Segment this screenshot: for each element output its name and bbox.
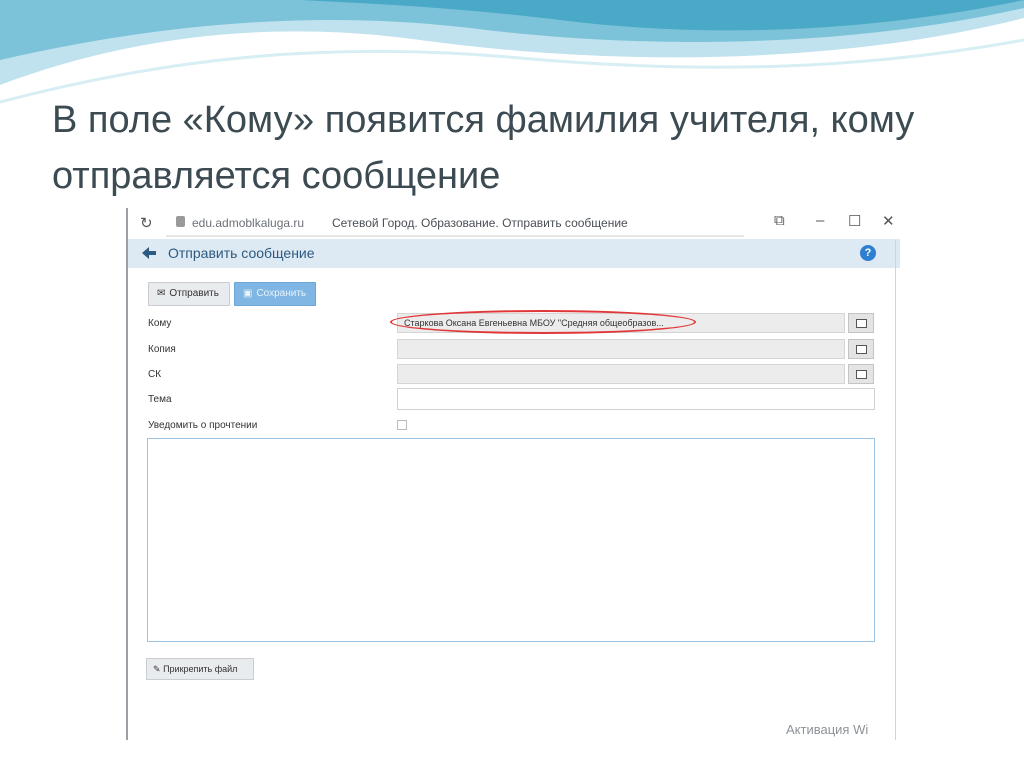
help-icon[interactable]: ? — [860, 245, 876, 261]
cc-label: СК — [148, 369, 162, 380]
browser-page-title: Сетевой Город. Образование. Отправить со… — [332, 216, 628, 230]
address-bar[interactable]: edu.admoblkaluga.ru — [192, 216, 304, 230]
subject-input[interactable] — [397, 388, 875, 410]
envelope-icon: ✉ — [157, 288, 166, 299]
activation-watermark: Активация Wi — [786, 722, 869, 737]
page-title: Отправить сообщение — [168, 245, 315, 261]
paperclip-icon: ✎ — [153, 664, 161, 674]
screenshot-left-edge — [126, 208, 128, 740]
minimize-icon[interactable]: – — [816, 212, 824, 229]
send-button[interactable]: ✉ Отправить — [148, 282, 230, 306]
subject-label: Тема — [148, 394, 172, 405]
address-book-icon — [856, 345, 867, 354]
copy-address-book-button[interactable] — [848, 339, 874, 359]
cc-address-book-button[interactable] — [848, 364, 874, 384]
notify-checkbox[interactable] — [397, 420, 407, 430]
save-button-label: Сохранить — [256, 288, 307, 299]
address-underline — [166, 235, 744, 237]
cc-field[interactable] — [397, 364, 845, 384]
address-book-icon — [856, 319, 867, 328]
address-book-icon — [856, 370, 867, 379]
slide-title: В поле «Кому» появится фамилия учителя, … — [52, 99, 915, 197]
copy-label: Копия — [148, 344, 176, 355]
screenshot-right-edge — [895, 240, 896, 740]
close-icon[interactable]: ✕ — [882, 212, 895, 230]
page-header: Отправить сообщение ? — [128, 239, 900, 268]
floppy-icon: ▣ — [243, 288, 253, 299]
lock-icon — [176, 216, 185, 227]
screenshot-window: ↻ edu.admoblkaluga.ru Сетевой Город. Обр… — [126, 208, 900, 740]
send-button-label: Отправить — [169, 288, 219, 299]
restore-tab-icon[interactable]: ⧉ — [774, 212, 785, 229]
highlight-oval — [390, 310, 696, 334]
browser-toolbar: ↻ edu.admoblkaluga.ru Сетевой Город. Обр… — [126, 208, 898, 238]
reload-icon[interactable]: ↻ — [140, 214, 153, 232]
notify-label: Уведомить о прочтении — [148, 420, 258, 431]
maximize-icon[interactable]: ☐ — [848, 212, 861, 230]
attach-file-button[interactable]: ✎ Прикрепить файл — [146, 658, 254, 680]
message-body-textarea[interactable] — [147, 438, 875, 642]
to-address-book-button[interactable] — [848, 313, 874, 333]
attach-file-label: Прикрепить файл — [163, 664, 238, 674]
back-arrow-icon[interactable] — [140, 245, 158, 261]
copy-field[interactable] — [397, 339, 845, 359]
to-label: Кому — [148, 318, 172, 329]
save-button[interactable]: ▣ Сохранить — [234, 282, 316, 306]
